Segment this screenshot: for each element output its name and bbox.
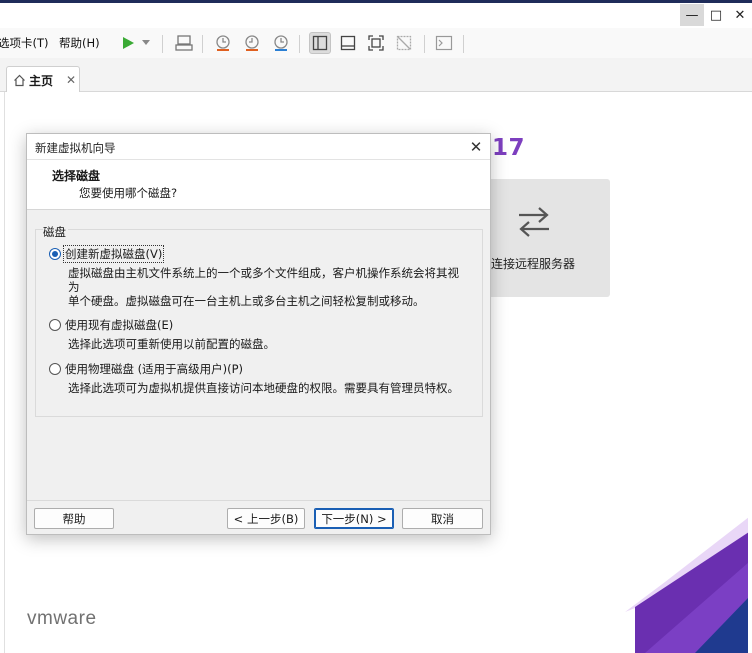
dialog-heading: 选择磁盘 bbox=[52, 169, 101, 183]
toolbar-separator bbox=[162, 35, 163, 53]
desc-line: 虚拟磁盘由主机文件系统上的一个或多个文件组成，客户机操作系统会将其视为 bbox=[68, 266, 459, 294]
close-window-button[interactable]: ✕ bbox=[728, 4, 752, 26]
console-view-button[interactable] bbox=[337, 32, 359, 54]
toolbar-separator bbox=[299, 35, 300, 53]
dropdown-arrow-icon bbox=[142, 40, 150, 45]
snapshot-manager-button[interactable] bbox=[270, 32, 292, 54]
play-icon bbox=[123, 37, 134, 49]
dialog-title-bar: 新建虚拟机向导 ✕ bbox=[27, 134, 490, 160]
cancel-button[interactable]: 取消 bbox=[402, 508, 483, 529]
radio-use-existing-disk[interactable] bbox=[49, 319, 61, 331]
option-use-physical-disk-desc: 选择此选项可为虚拟机提供直接访问本地硬盘的权限。需要具有管理员特权。 bbox=[68, 381, 468, 395]
home-icon bbox=[14, 74, 25, 86]
dialog-subheading: 您要使用哪个磁盘? bbox=[79, 186, 178, 200]
tab-close-icon[interactable]: ✕ bbox=[66, 73, 76, 87]
dialog-header: 选择磁盘 您要使用哪个磁盘? bbox=[27, 160, 490, 210]
library-view-icon bbox=[312, 35, 328, 51]
dialog-footer-separator bbox=[27, 500, 490, 501]
menu-toolbar: 选项卡(T) 帮助(H) bbox=[0, 28, 752, 58]
snapshot-button[interactable] bbox=[212, 32, 234, 54]
radio-use-physical-disk[interactable] bbox=[49, 363, 61, 375]
disk-group-label: 磁盘 bbox=[43, 224, 68, 240]
desc-line: 选择此选项可重新使用以前配置的磁盘。 bbox=[68, 337, 275, 351]
connect-remote-server-label: 连接远程服务器 bbox=[491, 257, 576, 271]
option-use-existing-disk-desc: 选择此选项可重新使用以前配置的磁盘。 bbox=[68, 337, 468, 351]
desc-line: 单个硬盘。虚拟磁盘可在一台主机上或多台主机之间轻松复制或移动。 bbox=[68, 294, 425, 308]
back-button[interactable]: < 上一步(B) bbox=[227, 508, 305, 529]
library-view-button[interactable] bbox=[309, 32, 331, 54]
menu-help[interactable]: 帮助(H) bbox=[59, 35, 100, 51]
toolbar-separator bbox=[463, 35, 464, 53]
tab-home-label: 主页 bbox=[29, 73, 54, 88]
unity-icon bbox=[396, 35, 412, 51]
menu-tabs[interactable]: 选项卡(T) bbox=[0, 35, 49, 51]
power-dropdown-button[interactable] bbox=[139, 32, 153, 54]
unity-button[interactable] bbox=[393, 32, 415, 54]
terminal-button[interactable] bbox=[433, 32, 455, 54]
tab-strip: 主页 ✕ bbox=[0, 58, 752, 93]
power-on-button[interactable] bbox=[117, 32, 139, 54]
vmware-logo: vmware bbox=[27, 608, 97, 629]
snapshot-icon bbox=[216, 35, 230, 51]
window-controls: — □ ✕ bbox=[680, 4, 752, 26]
send-keys-icon bbox=[175, 35, 193, 51]
swap-arrows-icon bbox=[519, 207, 549, 237]
revert-snapshot-button[interactable] bbox=[241, 32, 263, 54]
next-button[interactable]: 下一步(N) > bbox=[314, 508, 394, 529]
dialog-title: 新建虚拟机向导 bbox=[35, 141, 116, 155]
option-create-new-disk-label[interactable]: 创建新虚拟磁盘(V) bbox=[62, 245, 165, 263]
maximize-button[interactable]: □ bbox=[704, 4, 728, 26]
console-view-icon bbox=[340, 35, 356, 51]
fullscreen-button[interactable] bbox=[365, 32, 387, 54]
option-use-physical-disk[interactable]: 使用物理磁盘 (适用于高级用户)(P) bbox=[49, 361, 244, 377]
toolbar-separator bbox=[424, 35, 425, 53]
terminal-icon bbox=[435, 35, 453, 51]
snapshot-manager-icon bbox=[274, 35, 288, 51]
minimize-button[interactable]: — bbox=[680, 4, 704, 26]
tab-home[interactable]: 主页 ✕ bbox=[6, 66, 80, 93]
option-use-physical-disk-label[interactable]: 使用物理磁盘 (适用于高级用户)(P) bbox=[64, 361, 244, 377]
revert-snapshot-icon bbox=[245, 35, 259, 51]
send-keys-button[interactable] bbox=[173, 32, 195, 54]
toolbar-separator bbox=[202, 35, 203, 53]
new-vm-wizard-dialog: 新建虚拟机向导 ✕ 选择磁盘 您要使用哪个磁盘? 磁盘 创建新虚拟磁盘(V) 虚… bbox=[26, 133, 491, 535]
option-use-existing-disk[interactable]: 使用现有虚拟磁盘(E) bbox=[49, 317, 174, 333]
title-bar-accent bbox=[0, 0, 752, 3]
radio-create-new-disk[interactable] bbox=[49, 248, 61, 260]
help-button[interactable]: 帮助 bbox=[34, 508, 114, 529]
product-version: 17 bbox=[492, 135, 526, 161]
option-create-new-disk-desc: 虚拟磁盘由主机文件系统上的一个或多个文件组成，客户机操作系统会将其视为 单个硬盘… bbox=[68, 266, 468, 308]
desc-line: 选择此选项可为虚拟机提供直接访问本地硬盘的权限。需要具有管理员特权。 bbox=[68, 381, 459, 395]
dialog-close-icon[interactable]: ✕ bbox=[466, 137, 486, 157]
option-use-existing-disk-label[interactable]: 使用现有虚拟磁盘(E) bbox=[64, 317, 174, 333]
fullscreen-icon bbox=[368, 35, 384, 51]
option-create-new-disk[interactable]: 创建新虚拟磁盘(V) bbox=[49, 245, 165, 263]
